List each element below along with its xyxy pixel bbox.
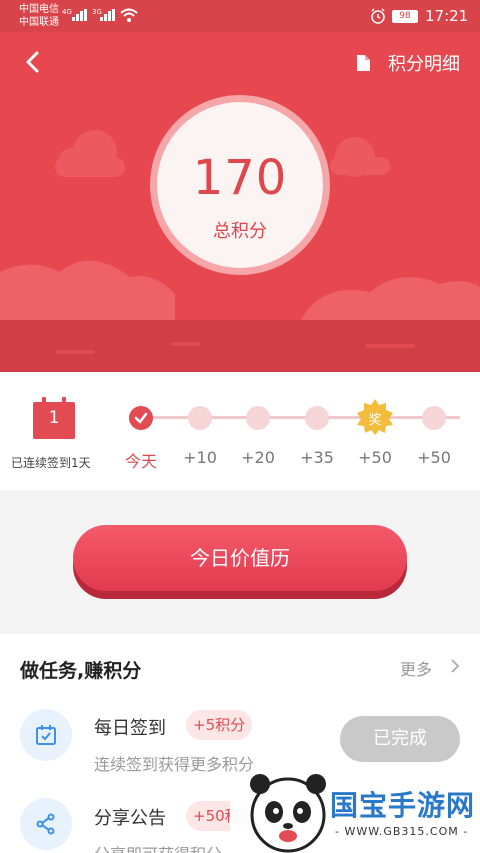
watermark-url: - WWW.GB315.COM - bbox=[335, 825, 469, 838]
site-watermark: 国宝手游网 - WWW.GB315.COM - bbox=[230, 762, 480, 853]
watermark-name: 国宝手游网 bbox=[330, 789, 476, 822]
day-dot-3 bbox=[246, 406, 270, 430]
signal-icon bbox=[72, 9, 88, 21]
points-detail-link[interactable]: 积分明细 bbox=[357, 50, 460, 76]
more-link[interactable]: 更多 bbox=[400, 656, 432, 680]
task-name-share: 分享公告 bbox=[94, 808, 166, 829]
carrier-2: 中国联通 bbox=[19, 17, 59, 28]
share-icon bbox=[20, 798, 72, 850]
calendar-check-icon bbox=[20, 709, 72, 761]
day-label-5: +50 bbox=[358, 448, 392, 467]
day-label-3: +20 bbox=[241, 448, 275, 467]
points-detail-label: 积分明细 bbox=[388, 54, 460, 75]
reward-badge-label: 奖 bbox=[368, 413, 382, 428]
total-score-value: 170 bbox=[192, 150, 288, 206]
day-dot-today bbox=[129, 406, 153, 430]
wifi-icon bbox=[120, 8, 138, 22]
day-label-6: +50 bbox=[417, 448, 451, 467]
back-button[interactable] bbox=[22, 50, 46, 74]
check-icon bbox=[134, 412, 148, 424]
daily-value-calendar-button-wrap: 今日价值历 bbox=[73, 525, 407, 599]
checkin-streak-text: 已连续签到1天 bbox=[11, 456, 91, 470]
total-score-circle: 170 总积分 bbox=[150, 95, 330, 275]
status-bar: 中国电信 中国联通 4G 3G 98 17:21 bbox=[0, 0, 480, 32]
day-dot-4 bbox=[305, 406, 329, 430]
day-label-today: 今天 bbox=[124, 452, 157, 471]
day-label-4: +35 bbox=[300, 448, 334, 467]
document-icon bbox=[357, 55, 370, 71]
checkin-progress: 1 已连续签到1天 奖 今天 +10 +20 +35 +50 +50 bbox=[0, 372, 480, 490]
signal-icon-2 bbox=[100, 9, 116, 21]
tasks-title: 做任务,赚积分 bbox=[20, 660, 142, 682]
battery-indicator: 98 bbox=[392, 10, 418, 23]
total-score-label: 总积分 bbox=[213, 221, 267, 242]
calendar-day-number: 1 bbox=[48, 408, 60, 428]
day-label-2: +10 bbox=[183, 448, 217, 467]
day-dot-2 bbox=[188, 406, 212, 430]
carrier-1: 中国电信 bbox=[19, 4, 59, 15]
network-type-1: 4G bbox=[62, 8, 72, 16]
task-completed-button[interactable]: 已完成 bbox=[340, 716, 460, 762]
daily-value-calendar-button[interactable]: 今日价值历 bbox=[73, 525, 407, 591]
task-desc-share: 分享即可获得积分 bbox=[94, 841, 222, 853]
score-header: 积分明细 170 总积分 bbox=[0, 32, 480, 372]
day-dot-6 bbox=[422, 406, 446, 430]
task-points-daily-checkin: +5积分 bbox=[186, 710, 253, 740]
task-name-daily-checkin: 每日签到 bbox=[94, 718, 166, 739]
checkin-track bbox=[130, 416, 460, 419]
chevron-right-icon[interactable] bbox=[449, 658, 461, 674]
alarm-icon bbox=[371, 8, 385, 24]
status-time: 17:21 bbox=[425, 7, 469, 25]
